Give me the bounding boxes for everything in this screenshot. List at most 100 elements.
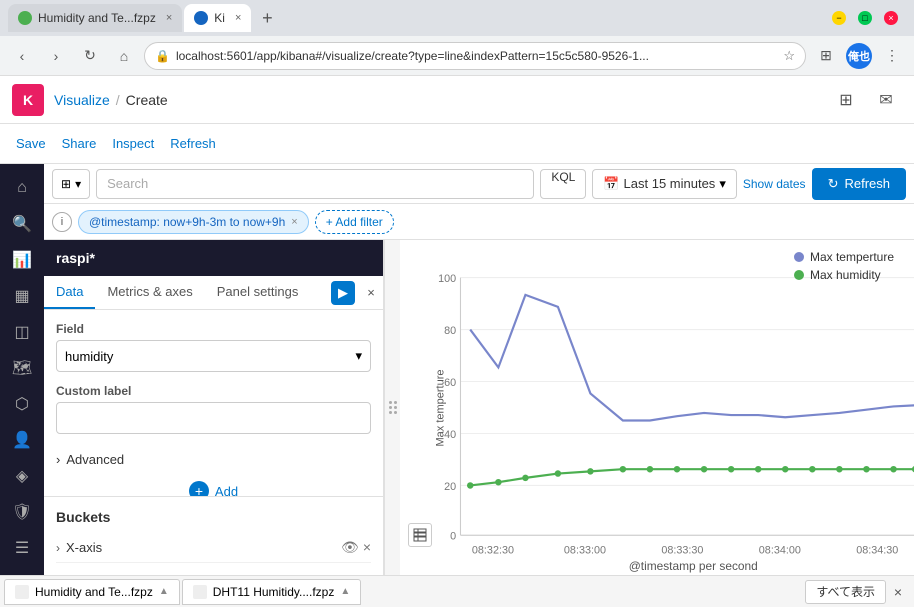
add-button[interactable]: + Add (56, 473, 371, 496)
bottom-right: すべて表示 × (805, 580, 910, 604)
field-chevron-icon: ▾ (355, 348, 362, 364)
sidebar-icon-dashboard[interactable]: ▦ (6, 280, 38, 312)
chart-area: Max temperture Max humidity Max tempertu… (400, 240, 914, 575)
sidebar-icon-siem[interactable]: 🛡 (6, 496, 38, 528)
chart-table-icon[interactable] (408, 523, 432, 547)
y-tick-100: 100 (438, 273, 456, 285)
bookmark-icon[interactable]: ☆ (783, 48, 795, 64)
bottom-tab-2[interactable]: DHT11 Humitidy....fzpz ▲ (182, 579, 362, 605)
bottom-tab-1[interactable]: Humidity and Te...fzpz ▲ (4, 579, 180, 605)
refresh-icon: ↻ (828, 176, 839, 192)
share-button[interactable]: Share (62, 136, 97, 151)
table-icon (413, 528, 427, 542)
share-screen-button[interactable]: ⊞ (830, 84, 862, 116)
close-button[interactable]: × (884, 11, 898, 25)
search-input[interactable]: Search (96, 169, 534, 199)
profile-avatar[interactable]: 俺也 (846, 43, 872, 69)
maximize-button[interactable]: □ (858, 11, 872, 25)
query-type-button[interactable]: ⊞ ▾ (52, 169, 90, 199)
filter-chip-text: @timestamp: now+9h-3m to now+9h (89, 215, 285, 229)
advanced-label: Advanced (66, 452, 124, 467)
time-picker[interactable]: 📅 Last 15 minutes ▾ (592, 169, 737, 199)
panel-close-button[interactable]: × (359, 281, 383, 305)
bottom-tab-2-icon (193, 585, 207, 599)
custom-label-section: Custom label (56, 384, 371, 434)
bucket-actions: 👁 × (341, 539, 371, 556)
bottom-tab-2-chevron[interactable]: ▲ (340, 586, 350, 597)
add-filter-button[interactable]: + Add filter (315, 210, 394, 234)
breadcrumb-parent[interactable]: Visualize (54, 92, 110, 108)
left-sidebar: ⌂ 🔍 📊 ▦ ◫ 🗺 ⬡ 👤 ◈ 🛡 ☰ (0, 164, 44, 575)
menu-button[interactable]: ⋮ (878, 42, 906, 70)
address-actions: ☆ (783, 48, 795, 64)
tab-1-close[interactable]: × (166, 12, 172, 24)
mail-button[interactable]: ✉ (870, 84, 902, 116)
show-all-button[interactable]: すべて表示 (805, 580, 886, 604)
run-button[interactable]: ▶ (331, 281, 355, 305)
humidity-point-7 (647, 466, 653, 472)
sidebar-icon-canvas[interactable]: ◫ (6, 316, 38, 348)
custom-label-input[interactable] (56, 402, 371, 434)
show-dates-link[interactable]: Show dates (743, 177, 806, 191)
tab-2[interactable]: Ki × (184, 4, 251, 32)
bucket-visibility-icon[interactable]: 👁 (341, 539, 359, 556)
humidity-point-16 (890, 466, 896, 472)
tab-panel-settings[interactable]: Panel settings (205, 276, 311, 309)
sidebar-icon-infra[interactable]: 👤 (6, 424, 38, 456)
save-button[interactable]: Save (16, 136, 46, 151)
y-tick-0: 0 (450, 531, 456, 543)
tab-data[interactable]: Data (44, 276, 95, 309)
sidebar-icon-ml[interactable]: ⬡ (6, 388, 38, 420)
sidebar-icon-maps[interactable]: 🗺 (6, 352, 38, 384)
buckets-title: Buckets (56, 509, 371, 525)
humidity-point-4 (555, 470, 561, 476)
minimize-button[interactable]: − (832, 11, 846, 25)
tab-1[interactable]: Humidity and Te...fzpz × (8, 4, 182, 32)
forward-button[interactable]: › (42, 42, 70, 70)
x-label-2: 08:33:00 (564, 545, 606, 557)
bucket-delete-icon[interactable]: × (363, 539, 371, 556)
panel-content: Field humidity ▾ Custom label › Advanced (44, 310, 383, 496)
panel-layout: raspi* Data Metrics & axes Panel setting… (44, 240, 914, 575)
tab-metrics-axes[interactable]: Metrics & axes (95, 276, 204, 309)
sidebar-icon-home[interactable]: ⌂ (6, 172, 38, 204)
humidity-point-14 (836, 466, 842, 472)
humidity-point-2 (495, 479, 501, 485)
query-type-chevron: ▾ (75, 177, 81, 191)
tab-2-close[interactable]: × (235, 12, 241, 24)
sidebar-icon-visualize[interactable]: 📊 (6, 244, 38, 276)
refresh-button[interactable]: ↻ Refresh (812, 168, 906, 200)
address-box[interactable]: 🔒 localhost:5601/app/kibana#/visualize/c… (144, 42, 806, 70)
filter-chip-close[interactable]: × (291, 216, 297, 228)
bottom-tab-1-icon (15, 585, 29, 599)
add-label: Add (215, 484, 238, 497)
lock-icon: 🔒 (155, 49, 170, 63)
panel-tabs: Data Metrics & axes Panel settings ▶ × (44, 276, 383, 310)
home-button[interactable]: ⌂ (110, 42, 138, 70)
bucket-chevron-icon[interactable]: › (56, 541, 60, 555)
kql-button[interactable]: KQL (540, 169, 586, 199)
sidebar-icon-apm[interactable]: ◈ (6, 460, 38, 492)
advanced-row[interactable]: › Advanced (56, 446, 371, 473)
bottom-tab-1-chevron[interactable]: ▲ (159, 586, 169, 597)
toolbar-refresh-button[interactable]: Refresh (170, 136, 216, 151)
field-select[interactable]: humidity ▾ (56, 340, 371, 372)
filter-chip[interactable]: @timestamp: now+9h-3m to now+9h × (78, 210, 309, 234)
breadcrumb-current: Create (126, 92, 168, 108)
resize-handle[interactable] (384, 240, 400, 575)
x-label-4: 08:34:00 (759, 545, 801, 557)
extensions-button[interactable]: ⊞ (812, 42, 840, 70)
chart-svg: 100 80 60 40 20 0 (428, 248, 914, 567)
filter-info-icon[interactable]: i (52, 212, 72, 232)
sidebar-icon-discover[interactable]: 🔍 (6, 208, 38, 240)
humidity-point-15 (863, 466, 869, 472)
left-panel: raspi* Data Metrics & axes Panel setting… (44, 240, 384, 575)
reload-button[interactable]: ↻ (76, 42, 104, 70)
bottom-close-button[interactable]: × (886, 580, 910, 604)
back-button[interactable]: ‹ (8, 42, 36, 70)
inspect-button[interactable]: Inspect (112, 136, 154, 151)
humidity-point-13 (809, 466, 815, 472)
x-label-3: 08:33:30 (661, 545, 703, 557)
sidebar-icon-logs[interactable]: ☰ (6, 532, 38, 564)
new-tab-button[interactable]: + (253, 4, 281, 32)
